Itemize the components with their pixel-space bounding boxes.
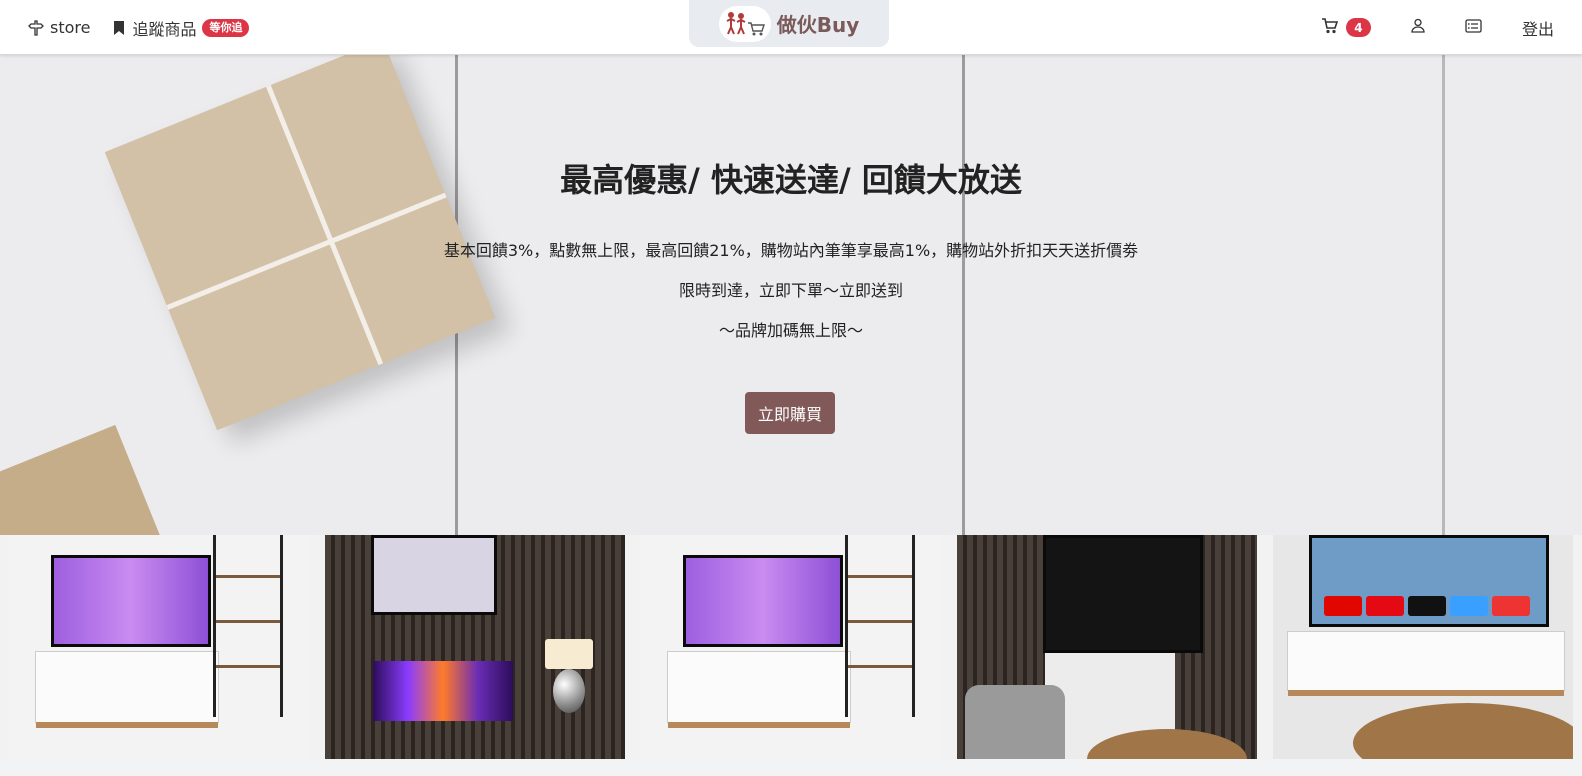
product-image-fireplace-tv[interactable] <box>325 535 625 759</box>
cart-icon <box>1321 17 1339 38</box>
product-image-tv-cabinet[interactable] <box>9 535 309 759</box>
tv-app-tile <box>1366 596 1404 616</box>
tv-screen <box>54 558 208 644</box>
shelf-shape <box>845 535 915 717</box>
brand-name: 做伙Buy <box>776 13 860 37</box>
brand-home-link[interactable]: 做伙Buy <box>689 0 889 47</box>
tv-app-row <box>1324 596 1530 616</box>
shelf-board <box>216 665 280 668</box>
tv-shape <box>1043 535 1203 653</box>
nav-store-link[interactable]: store <box>28 18 90 37</box>
card-list-icon <box>1465 18 1482 37</box>
buy-now-button[interactable]: 立即購買 <box>745 392 835 434</box>
cart-button[interactable]: 4 <box>1321 17 1371 38</box>
orders-button[interactable] <box>1465 18 1482 37</box>
track-badge: 等你追 <box>202 18 250 37</box>
user-profile-button[interactable] <box>1411 18 1425 37</box>
family-cart-logo-icon <box>718 5 771 42</box>
nav-right-group: 4 登出 <box>1321 0 1554 55</box>
bookmark-icon <box>112 20 126 36</box>
shelf-board <box>216 620 280 623</box>
tv-screen <box>686 558 840 644</box>
shelf-board <box>848 620 912 623</box>
shelf-board <box>848 575 912 578</box>
shelf-board <box>216 575 280 578</box>
hero-line-3: ～品牌加碼無上限～ <box>718 321 863 340</box>
product-image-wall-tv-chair[interactable] <box>957 535 1257 759</box>
lamp-base <box>553 669 585 713</box>
cabinet-shape <box>1287 631 1565 696</box>
cabinet-shape <box>667 651 851 728</box>
tv-shape <box>683 555 843 647</box>
product-thumbnail-row <box>9 535 1574 759</box>
nav-track-label: 追蹤商品 <box>132 19 197 39</box>
tv-shape <box>1309 535 1549 627</box>
tv-app-tile <box>1492 596 1530 616</box>
hero-gift-box-corner-image <box>0 424 191 535</box>
tv-app-tile <box>1408 596 1446 616</box>
cart-count-badge: 4 <box>1345 18 1371 37</box>
shelf-shape <box>213 535 283 717</box>
shelf-board <box>848 665 912 668</box>
page-bottom-strip <box>0 759 1582 776</box>
tv-shape <box>371 535 497 615</box>
person-icon <box>1411 18 1425 37</box>
lamp-shade <box>545 639 593 669</box>
product-image-tv-cabinet-alt[interactable] <box>641 535 941 759</box>
top-navbar: store 追蹤商品 等你追 做伙Buy 4 登出 <box>0 0 1582 55</box>
tv-app-tile <box>1324 596 1362 616</box>
nav-store-label: store <box>50 18 91 37</box>
nav-track-link[interactable]: 追蹤商品 等你追 <box>112 16 250 40</box>
chair-shape <box>965 685 1065 759</box>
hero-banner: 最高優惠/ 快速送達/ 回饋大放送 基本回饋3%，點數無上限，最高回饋21%，購… <box>0 55 1582 535</box>
cabinet-legs <box>1288 690 1564 696</box>
hero-content: 最高優惠/ 快速送達/ 回饋大放送 基本回饋3%，點數無上限，最高回饋21%，購… <box>0 155 1582 351</box>
nav-left-group: store 追蹤商品 等你追 <box>28 0 250 55</box>
logout-link[interactable]: 登出 <box>1522 16 1554 40</box>
signpost-icon <box>28 19 44 36</box>
hero-line-2: 限時到達，立即下單～立即送到 <box>678 281 903 300</box>
tv-shape <box>51 555 211 647</box>
hero-line-1: 基本回饋3%，點數無上限，最高回饋21%，購物站內筆筆享最高1%，購物站外折扣天… <box>443 241 1139 260</box>
fireplace-shape <box>373 661 513 721</box>
table-shape <box>1353 703 1573 759</box>
hero-title: 最高優惠/ 快速送達/ 回饋大放送 <box>560 161 1022 199</box>
tv-app-tile <box>1450 596 1488 616</box>
cabinet-legs <box>668 722 850 728</box>
product-image-streaming-tv[interactable] <box>1273 535 1573 759</box>
cabinet-shape <box>35 651 219 728</box>
cabinet-legs <box>36 722 218 728</box>
